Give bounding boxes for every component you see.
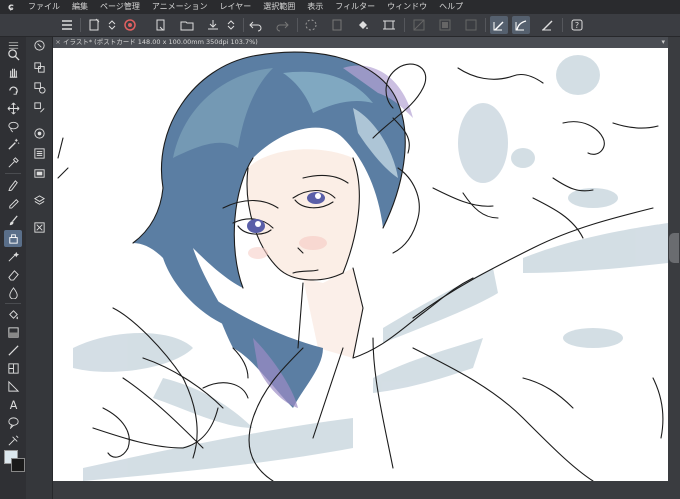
stepper-icon[interactable] — [222, 16, 240, 34]
open-folder-icon[interactable] — [178, 16, 196, 34]
zoom-icon[interactable] — [4, 46, 22, 63]
separator — [5, 173, 21, 174]
eraser-icon[interactable] — [4, 266, 22, 283]
ruler-icon[interactable] — [4, 378, 22, 395]
fill-icon[interactable] — [4, 306, 22, 323]
canvas-area — [53, 48, 680, 499]
menu-help[interactable]: ヘルプ — [433, 0, 469, 14]
tool-palette: A — [0, 37, 26, 499]
menu-window[interactable]: ウィンドウ — [381, 0, 433, 14]
save-icon[interactable] — [204, 16, 222, 34]
sub-color-swatch[interactable] — [11, 458, 25, 472]
sub-tool-palette — [26, 37, 53, 499]
undo-icon[interactable] — [247, 16, 265, 34]
canvas-tab[interactable]: × イラスト* (ポストカード 148.00 x 100.00mm 350dpi … — [53, 37, 668, 48]
side-panel-handle[interactable] — [669, 233, 679, 263]
separator — [404, 18, 405, 32]
new-file-icon[interactable] — [85, 16, 103, 34]
menu-icon[interactable] — [58, 16, 76, 34]
app-logo-icon[interactable]: ɕ — [0, 0, 22, 14]
airbrush-icon[interactable] — [4, 230, 22, 247]
sub-tool-5-icon[interactable] — [30, 145, 48, 162]
menu-edit[interactable]: 編集 — [66, 0, 94, 14]
svg-text:?: ? — [575, 21, 579, 30]
navigator-icon[interactable] — [30, 37, 48, 54]
balloon-icon[interactable] — [4, 414, 22, 431]
deselect-icon[interactable] — [410, 16, 428, 34]
svg-text:A: A — [9, 399, 17, 411]
sub-tool-4-icon[interactable] — [30, 125, 48, 142]
separator — [485, 18, 486, 32]
tab-menu-icon[interactable]: ▾ — [661, 37, 665, 48]
help-icon[interactable]: ? — [568, 16, 586, 34]
cloud-icon[interactable] — [121, 16, 139, 34]
invert-icon[interactable] — [436, 16, 454, 34]
move-icon[interactable] — [4, 100, 22, 117]
stepper-icon[interactable] — [103, 16, 121, 34]
menu-selection[interactable]: 選択範囲 — [257, 0, 301, 14]
figure-icon[interactable] — [4, 342, 22, 359]
eyedropper-icon[interactable] — [4, 154, 22, 171]
snap-ruler-icon[interactable] — [490, 16, 508, 34]
separator — [243, 18, 244, 32]
loading-icon[interactable] — [302, 16, 320, 34]
close-tab-icon[interactable]: × — [53, 37, 63, 48]
frame-icon[interactable] — [4, 360, 22, 377]
blend-icon[interactable] — [4, 284, 22, 301]
artwork-illustration — [57, 51, 668, 481]
wand-icon[interactable] — [4, 136, 22, 153]
clear-icon[interactable] — [328, 16, 346, 34]
color-swatches[interactable] — [2, 450, 26, 490]
redo-icon[interactable] — [273, 16, 291, 34]
text-icon[interactable]: A — [4, 396, 22, 413]
separator — [5, 303, 21, 304]
pen-icon[interactable] — [4, 176, 22, 193]
expand-icon[interactable] — [462, 16, 480, 34]
open-file-icon[interactable] — [152, 16, 170, 34]
menu-view[interactable]: 表示 — [301, 0, 329, 14]
sub-tool-2-icon[interactable] — [30, 79, 48, 96]
menubar: ɕ ファイル 編集 ページ管理 アニメーション レイヤー 選択範囲 表示 フィル… — [0, 0, 680, 14]
separator — [80, 18, 81, 32]
menu-file[interactable]: ファイル — [22, 0, 66, 14]
transform-icon[interactable] — [380, 16, 398, 34]
menu-page[interactable]: ページ管理 — [94, 0, 146, 14]
menu-filter[interactable]: フィルター — [329, 0, 381, 14]
hand-icon[interactable] — [4, 64, 22, 81]
layers-icon[interactable] — [30, 192, 48, 209]
gradient-icon[interactable] — [4, 324, 22, 341]
brush-icon[interactable] — [4, 212, 22, 229]
sub-tool-3-icon[interactable] — [30, 99, 48, 116]
rotate-icon[interactable] — [4, 82, 22, 99]
snap-special-icon[interactable] — [538, 16, 556, 34]
lasso-icon[interactable] — [4, 118, 22, 135]
drawing-canvas[interactable] — [53, 48, 668, 481]
sub-tool-8-icon[interactable] — [30, 219, 48, 236]
menu-animation[interactable]: アニメーション — [146, 0, 214, 14]
command-bar: ? — [0, 14, 680, 37]
decoration-icon[interactable] — [4, 248, 22, 265]
canvas-tab-label: イラスト* (ポストカード 148.00 x 100.00mm 350dpi 1… — [63, 38, 258, 46]
line-fix-icon[interactable] — [4, 432, 22, 449]
menu-layer[interactable]: レイヤー — [214, 0, 258, 14]
fill-icon[interactable] — [354, 16, 372, 34]
sub-tool-6-icon[interactable] — [30, 165, 48, 182]
separator — [562, 18, 563, 32]
pencil-icon[interactable] — [4, 194, 22, 211]
sub-tool-1-icon[interactable] — [30, 59, 48, 76]
separator — [297, 18, 298, 32]
snap-curve-icon[interactable] — [512, 16, 530, 34]
